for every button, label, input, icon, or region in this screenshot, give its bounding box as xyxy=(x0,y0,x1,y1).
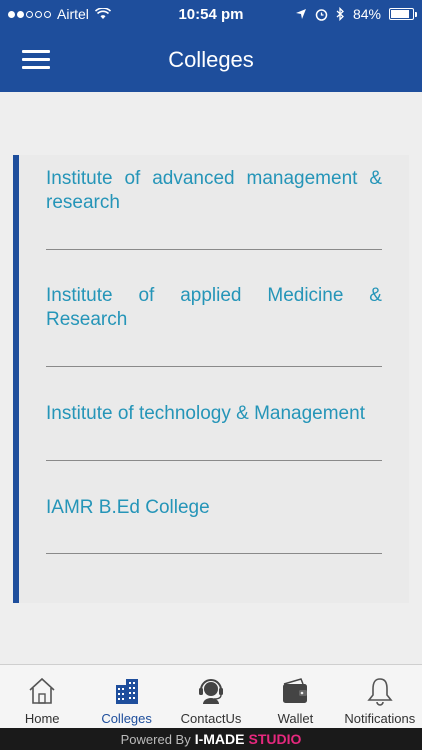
college-item-advanced-management[interactable]: Institute of advanced management & resea… xyxy=(46,167,382,215)
tab-label: ContactUs xyxy=(180,711,242,726)
tab-label: Wallet xyxy=(277,711,314,726)
tab-home[interactable]: Home xyxy=(0,665,84,728)
alarm-icon xyxy=(315,8,328,21)
tab-contact-us[interactable]: ContactUs xyxy=(169,665,253,728)
tab-colleges[interactable]: Colleges xyxy=(84,665,168,728)
clock: 10:54 pm xyxy=(178,5,244,23)
hamburger-menu-icon[interactable] xyxy=(22,50,50,70)
status-bar: Airtel 10:54 pm 84% xyxy=(0,0,422,28)
wifi-icon xyxy=(94,8,111,19)
building-icon xyxy=(115,679,138,704)
tab-notifications[interactable]: Notifications xyxy=(338,665,422,728)
battery-level-fill xyxy=(391,10,409,18)
headset-icon xyxy=(199,679,224,704)
powered-by-footer: Powered By I-MADE STUDIO xyxy=(0,728,422,750)
college-item-bed-college[interactable]: IAMR B.Ed College xyxy=(46,496,382,520)
tab-bar: Home Colleges ContactUs Wallet Notificat… xyxy=(0,664,422,728)
battery-icon xyxy=(389,8,417,20)
carrier-name: Airtel xyxy=(57,6,89,22)
wallet-icon xyxy=(283,678,308,703)
battery-percent: 84% xyxy=(352,6,381,22)
list-divider xyxy=(46,366,382,367)
app-header: Colleges xyxy=(0,28,422,92)
bluetooth-icon xyxy=(336,7,344,21)
list-divider xyxy=(46,249,382,250)
bell-icon xyxy=(367,678,393,706)
college-item-technology-management[interactable]: Institute of technology & Management xyxy=(46,402,382,426)
list-divider xyxy=(46,460,382,461)
brand-name-secondary: STUDIO xyxy=(248,731,302,747)
powered-by-text: Powered By xyxy=(120,731,191,747)
list-divider xyxy=(46,553,382,554)
page-title: Colleges xyxy=(168,47,254,72)
tab-label: Colleges xyxy=(101,711,152,726)
location-arrow-icon xyxy=(295,9,306,19)
tab-label: Home xyxy=(24,711,60,726)
signal-strength-icon xyxy=(8,10,51,18)
tab-wallet[interactable]: Wallet xyxy=(253,665,337,728)
home-icon xyxy=(29,677,55,704)
tab-label: Notifications xyxy=(344,711,416,726)
college-item-applied-medicine[interactable]: Institute of applied Medicine & Research xyxy=(46,284,382,332)
brand-name-primary: I-MADE xyxy=(194,731,245,747)
college-list: Institute of advanced management & resea… xyxy=(13,155,409,603)
